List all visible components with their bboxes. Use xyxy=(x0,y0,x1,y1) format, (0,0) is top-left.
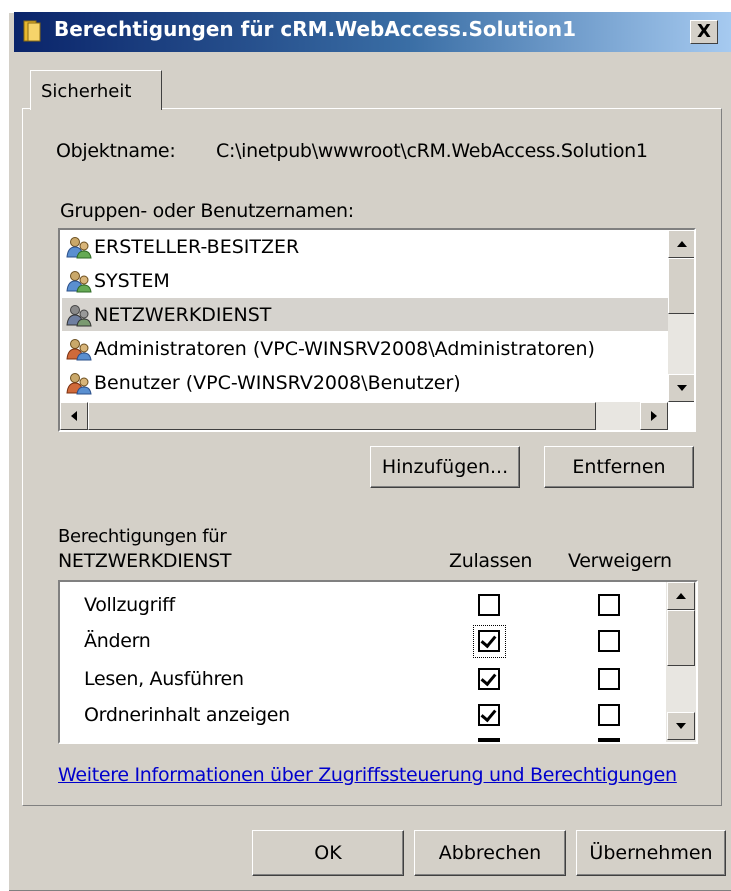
list-item-label: Administratoren (VPC-WINSRV2008\Administ… xyxy=(94,337,595,360)
deny-checkbox[interactable] xyxy=(598,668,620,690)
add-button[interactable]: Hinzufügen... xyxy=(370,446,520,488)
groups-label: Gruppen- oder Benutzernamen: xyxy=(60,200,354,222)
info-link[interactable]: Weitere Informationen über Zugriffssteue… xyxy=(58,764,677,786)
allow-checkbox-partial xyxy=(478,738,500,742)
list-item[interactable]: SYSTEM xyxy=(66,264,666,297)
allow-checkbox[interactable] xyxy=(478,668,500,690)
permission-name: Ordnerinhalt anzeigen xyxy=(84,704,290,726)
arrow-down-icon xyxy=(677,385,687,391)
permission-name: Lesen, Ausführen xyxy=(84,668,244,690)
list-item-label: SYSTEM xyxy=(94,269,170,292)
deny-checkbox[interactable] xyxy=(598,594,620,616)
object-name-label: Objektname: xyxy=(56,140,176,162)
groups-vertical-scrollbar[interactable] xyxy=(668,230,694,402)
permissions-principal: NETZWERKDIENST xyxy=(58,550,232,572)
scroll-up-button[interactable] xyxy=(667,582,695,610)
scroll-right-button[interactable] xyxy=(640,402,668,430)
users-icon xyxy=(66,304,92,326)
arrow-right-icon xyxy=(651,411,657,421)
arrow-up-icon xyxy=(677,241,687,247)
title-bar[interactable]: Berechtigungen für cRM.WebAccess.Solutio… xyxy=(14,12,731,52)
users-icon xyxy=(66,338,92,360)
users-icon xyxy=(66,236,92,258)
allow-column-header: Zulassen xyxy=(449,550,533,572)
scroll-left-button[interactable] xyxy=(60,402,88,430)
focus-rectangle xyxy=(473,625,506,658)
users-icon xyxy=(66,270,92,292)
users-icon xyxy=(66,372,92,394)
list-item-label: Benutzer (VPC-WINSRV2008\Benutzer) xyxy=(94,371,461,394)
permission-name: Ändern xyxy=(84,630,151,652)
arrow-left-icon xyxy=(71,411,77,421)
cancel-button[interactable]: Abbrechen xyxy=(414,830,566,876)
folder-icon xyxy=(23,20,41,42)
arrow-up-icon xyxy=(676,593,686,599)
permission-name: Vollzugriff xyxy=(84,594,175,616)
groups-listbox[interactable]: ERSTELLER-BESITZER SYSTEM NETZWERKDIENST… xyxy=(58,228,696,432)
scroll-down-button[interactable] xyxy=(667,712,695,740)
arrow-down-icon xyxy=(676,723,686,729)
deny-column-header: Verweigern xyxy=(568,550,672,572)
list-item[interactable]: Administratoren (VPC-WINSRV2008\Administ… xyxy=(66,332,666,365)
groups-horizontal-scrollbar[interactable] xyxy=(60,402,668,430)
scroll-thumb[interactable] xyxy=(668,258,694,314)
allow-checkbox[interactable] xyxy=(478,704,500,726)
deny-checkbox[interactable] xyxy=(598,630,620,652)
permissions-listbox[interactable]: Vollzugriff Ändern Lesen, Ausführen Ordn… xyxy=(58,580,698,744)
apply-button[interactable]: Übernehmen xyxy=(576,830,726,876)
object-name-value: C:\inetpub\wwwroot\cRM.WebAccess.Solutio… xyxy=(216,140,648,162)
scroll-thumb[interactable] xyxy=(667,610,695,666)
permissions-vertical-scrollbar[interactable] xyxy=(666,582,696,742)
list-item-label: ERSTELLER-BESITZER xyxy=(94,235,300,258)
allow-checkbox[interactable] xyxy=(478,594,500,616)
list-item[interactable]: ERSTELLER-BESITZER xyxy=(66,230,666,263)
scroll-thumb-horizontal[interactable] xyxy=(88,402,596,430)
tab-sicherheit[interactable]: Sicherheit xyxy=(30,70,162,110)
scroll-down-button[interactable] xyxy=(668,374,694,402)
list-item-label: NETZWERKDIENST xyxy=(94,303,272,326)
ok-button[interactable]: OK xyxy=(252,830,404,876)
list-item[interactable]: Benutzer (VPC-WINSRV2008\Benutzer) xyxy=(66,366,666,399)
deny-checkbox[interactable] xyxy=(598,704,620,726)
window-title: Berechtigungen für cRM.WebAccess.Solutio… xyxy=(54,17,577,41)
list-item-selected[interactable]: NETZWERKDIENST xyxy=(62,298,670,331)
deny-checkbox-partial xyxy=(598,738,620,742)
permissions-label: Berechtigungen für xyxy=(58,526,227,547)
close-button[interactable]: X xyxy=(690,20,718,44)
scroll-up-button[interactable] xyxy=(668,230,694,258)
remove-button[interactable]: Entfernen xyxy=(544,446,694,488)
